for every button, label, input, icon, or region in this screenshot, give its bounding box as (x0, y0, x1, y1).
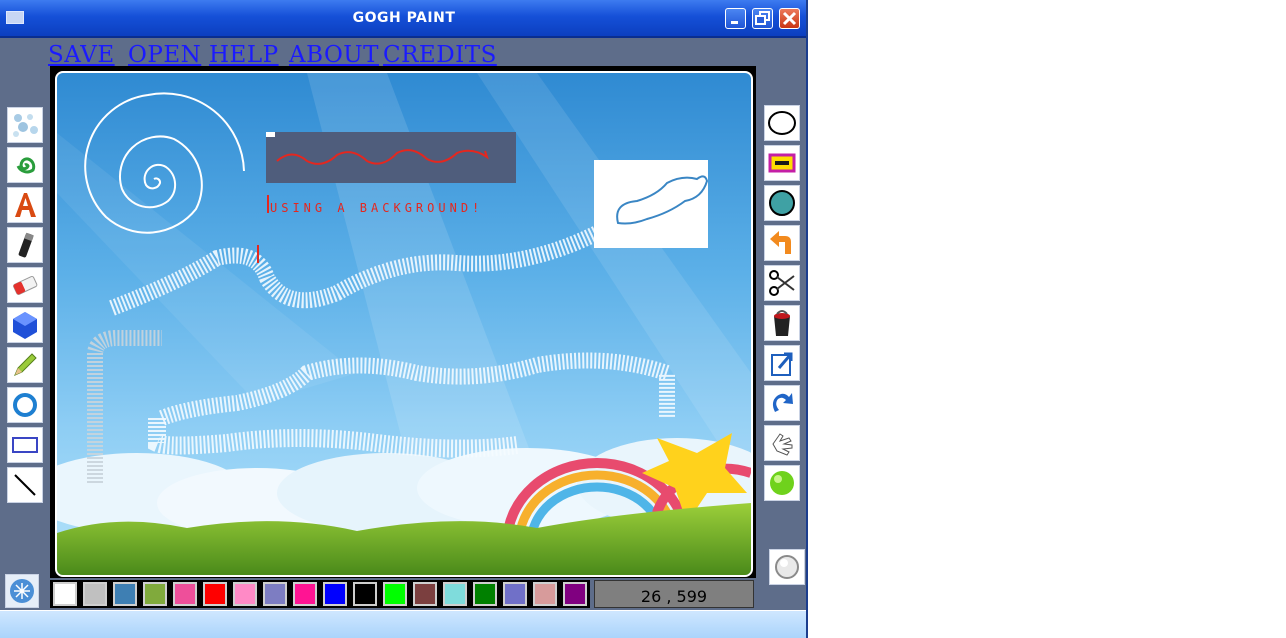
clear-button-icon (775, 555, 799, 579)
green-ball-icon (770, 471, 794, 495)
scissors-tool[interactable] (764, 265, 800, 301)
filled-circle-icon (769, 190, 795, 216)
line-tool[interactable] (7, 467, 43, 503)
canvas-frame: USING A BACKGROUND! (50, 66, 756, 578)
green-ball-tool[interactable] (764, 465, 800, 501)
color-swatch[interactable] (173, 582, 197, 606)
filled-rectangle-icon (768, 153, 796, 173)
spray-icon (13, 114, 38, 137)
spray-tool[interactable] (7, 107, 43, 143)
color-swatch[interactable] (533, 582, 557, 606)
redo-icon (772, 393, 793, 412)
hand-icon (772, 433, 793, 456)
text-tool[interactable] (7, 187, 43, 223)
close-icon (782, 11, 797, 26)
export-icon (771, 352, 793, 376)
eraser-tool[interactable] (7, 267, 43, 303)
color-swatch[interactable] (473, 582, 497, 606)
restore-icon (755, 11, 770, 25)
filled-rectangle-tool[interactable] (764, 145, 800, 181)
color-swatch[interactable] (53, 582, 77, 606)
marker-icon (18, 232, 34, 258)
eraser-icon (13, 275, 38, 295)
menu-credits[interactable]: CREDITS (383, 42, 497, 68)
logo-icon (10, 579, 34, 603)
scissors-icon (769, 270, 795, 296)
rectangle-tool[interactable] (7, 427, 43, 463)
pencil-icon (14, 353, 37, 376)
menu-about[interactable]: ABOUT (289, 42, 379, 68)
menu-open[interactable]: OPEN (128, 42, 201, 68)
color-swatch[interactable] (143, 582, 167, 606)
bucket-icon (774, 310, 790, 336)
menu-help[interactable]: HELP (209, 42, 279, 68)
app-window: GOGH PAINT SAVE OPEN HELP ABOUT CREDITS (0, 0, 808, 638)
fill-shape-icon (13, 312, 37, 339)
filled-circle-tool[interactable] (764, 185, 800, 221)
color-swatch[interactable] (263, 582, 287, 606)
rectangle-icon (12, 437, 38, 453)
redo-tool[interactable] (764, 385, 800, 421)
spiral-icon (16, 157, 36, 174)
undo-tool[interactable] (764, 225, 800, 261)
color-palette (50, 580, 590, 608)
color-swatch[interactable] (413, 582, 437, 606)
minimize-icon (731, 21, 738, 24)
window-title: GOGH PAINT (352, 10, 456, 26)
bucket-tool[interactable] (764, 305, 800, 341)
color-swatch[interactable] (83, 582, 107, 606)
line-icon (14, 474, 36, 496)
marker-tool[interactable] (7, 227, 43, 263)
color-swatch[interactable] (323, 582, 347, 606)
color-swatch[interactable] (233, 582, 257, 606)
text-icon (15, 193, 36, 217)
color-swatch[interactable] (383, 582, 407, 606)
title-bar[interactable]: GOGH PAINT (0, 0, 806, 38)
ring-tool[interactable] (7, 387, 43, 423)
ellipse-icon (768, 111, 796, 135)
color-swatch[interactable] (443, 582, 467, 606)
export-tool[interactable] (764, 345, 800, 381)
spiral-tool[interactable] (7, 147, 43, 183)
color-swatch[interactable] (203, 582, 227, 606)
minimize-button[interactable] (725, 8, 746, 29)
ellipse-tool[interactable] (764, 105, 800, 141)
color-swatch[interactable] (113, 582, 137, 606)
bottom-bar (0, 610, 806, 638)
menu-save[interactable]: SAVE (48, 42, 115, 68)
pencil-tool[interactable] (7, 347, 43, 383)
color-swatch[interactable] (563, 582, 587, 606)
clear-tool[interactable] (769, 549, 805, 585)
canvas-text: USING A BACKGROUND! (270, 201, 484, 215)
color-swatch[interactable] (503, 582, 527, 606)
color-swatch[interactable] (353, 582, 377, 606)
start-logo[interactable] (5, 574, 39, 608)
undo-icon (770, 231, 791, 254)
color-swatch[interactable] (293, 582, 317, 606)
maximize-button[interactable] (752, 8, 773, 29)
drawing-canvas[interactable]: USING A BACKGROUND! (55, 71, 753, 577)
close-button[interactable] (779, 8, 800, 29)
canvas-artwork (57, 73, 751, 575)
hand-tool[interactable] (764, 425, 800, 461)
coordinates-display: 26 , 599 (594, 580, 754, 608)
shape-fill-tool[interactable] (7, 307, 43, 343)
ring-icon (13, 393, 37, 417)
